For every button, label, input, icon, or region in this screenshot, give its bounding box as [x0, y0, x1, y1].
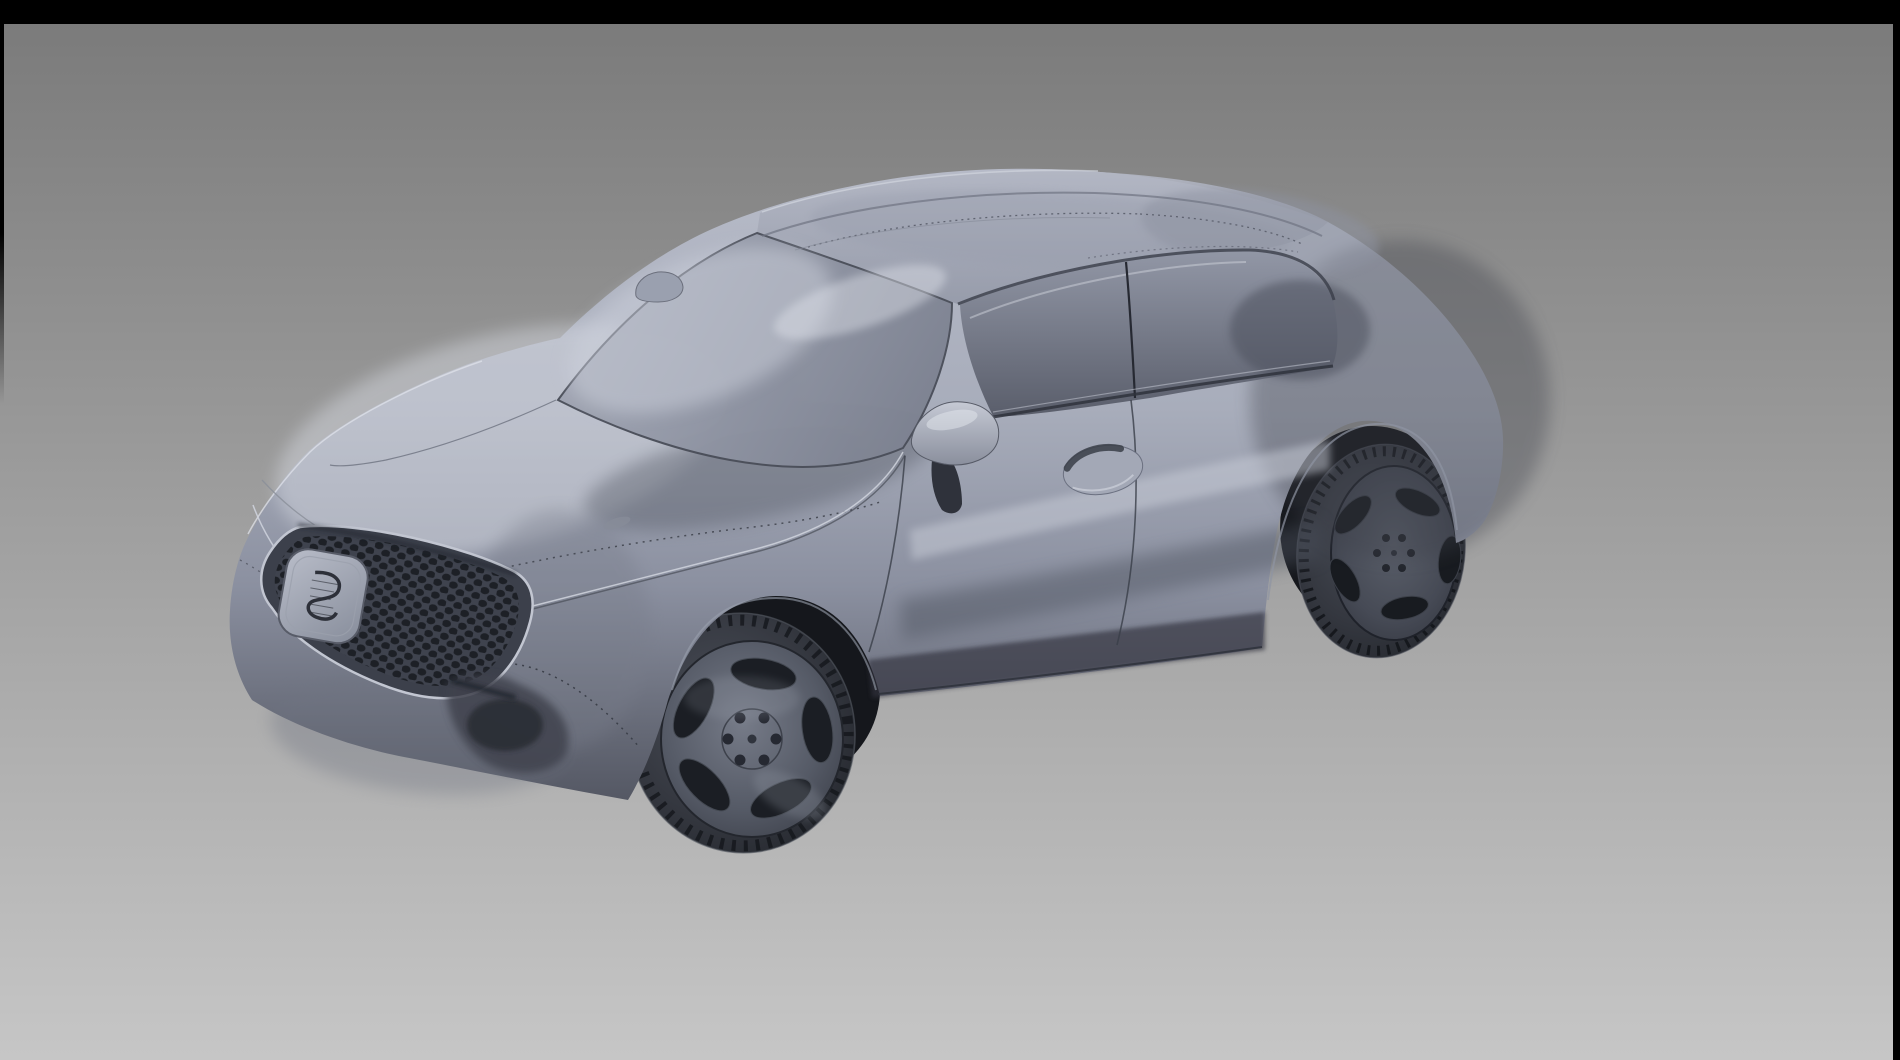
car-body [230, 169, 1550, 809]
front-wheel-rim [661, 641, 843, 837]
render-app-window [0, 0, 1900, 1060]
seat-logo [275, 546, 371, 647]
car-render [0, 0, 1900, 1060]
